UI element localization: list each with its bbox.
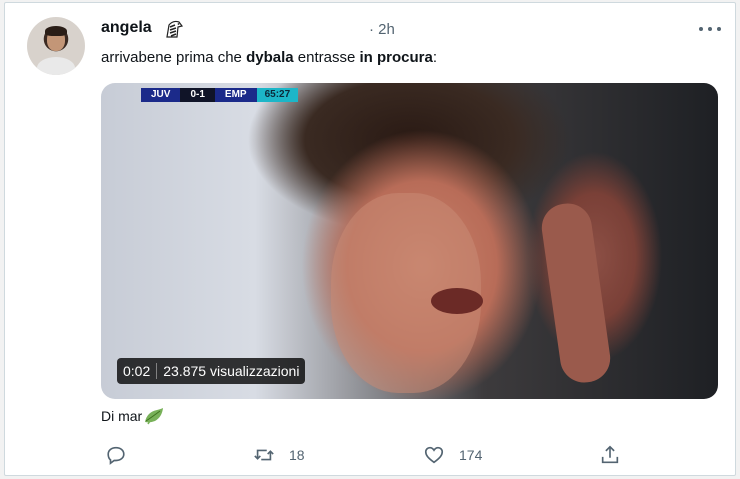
tweet-time[interactable]: · 2h xyxy=(369,21,395,38)
like-button[interactable]: 174 xyxy=(423,441,482,469)
video-frame-finger xyxy=(538,200,614,386)
score-home-team: JUV xyxy=(141,88,181,102)
video-frame-mouth xyxy=(431,288,483,314)
reply-icon xyxy=(107,446,125,465)
reply-button[interactable] xyxy=(105,441,141,469)
heart-icon xyxy=(424,446,444,464)
tweet-text-part: : xyxy=(432,49,438,66)
share-icon xyxy=(601,445,619,464)
zebra-icon xyxy=(166,20,184,38)
reply-text: Di mar xyxy=(101,407,165,425)
avatar-hair xyxy=(45,26,67,36)
retweet-count: 18 xyxy=(289,447,305,463)
tweet-text-part: arrivabene prima che xyxy=(101,49,247,66)
avatar-shirt xyxy=(37,57,75,75)
tweet-card[interactable]: angela · 2h arrivabene prima che dybala … xyxy=(4,2,736,476)
reply-text-label: Di mar xyxy=(101,408,143,424)
more-icon[interactable] xyxy=(699,19,721,39)
tweet-text-part: entrasse xyxy=(293,49,360,66)
leaf-icon xyxy=(145,408,164,425)
video-info-badge: 0:02 23.875 visualizzazioni xyxy=(117,358,306,384)
tweet-header: angela · 2h xyxy=(101,17,721,41)
match-clock: 65:27 xyxy=(256,88,299,102)
like-count: 174 xyxy=(459,447,483,463)
score-result: 0-1 xyxy=(180,88,215,102)
share-button[interactable] xyxy=(599,441,635,469)
tweet-text-bold: dybala xyxy=(246,49,294,66)
video-player[interactable]: JUV 0-1 EMP 65:27 0:02 23.875 visualizza… xyxy=(101,83,718,399)
score-away-team: EMP xyxy=(214,88,257,102)
tweet-actions: 18 174 xyxy=(105,441,625,469)
author-name[interactable]: angela xyxy=(101,19,152,37)
tweet-text-bold: in procura xyxy=(359,49,433,66)
retweet-icon xyxy=(254,449,274,461)
view-count: 23.875 visualizzazioni xyxy=(163,363,300,379)
tweet-text: arrivabene prima che dybala entrasse in … xyxy=(101,49,437,66)
avatar[interactable] xyxy=(27,17,85,75)
scoreboard: JUV 0-1 EMP 65:27 xyxy=(141,88,299,102)
video-duration: 0:02 xyxy=(117,363,158,379)
retweet-button[interactable]: 18 xyxy=(253,441,305,469)
